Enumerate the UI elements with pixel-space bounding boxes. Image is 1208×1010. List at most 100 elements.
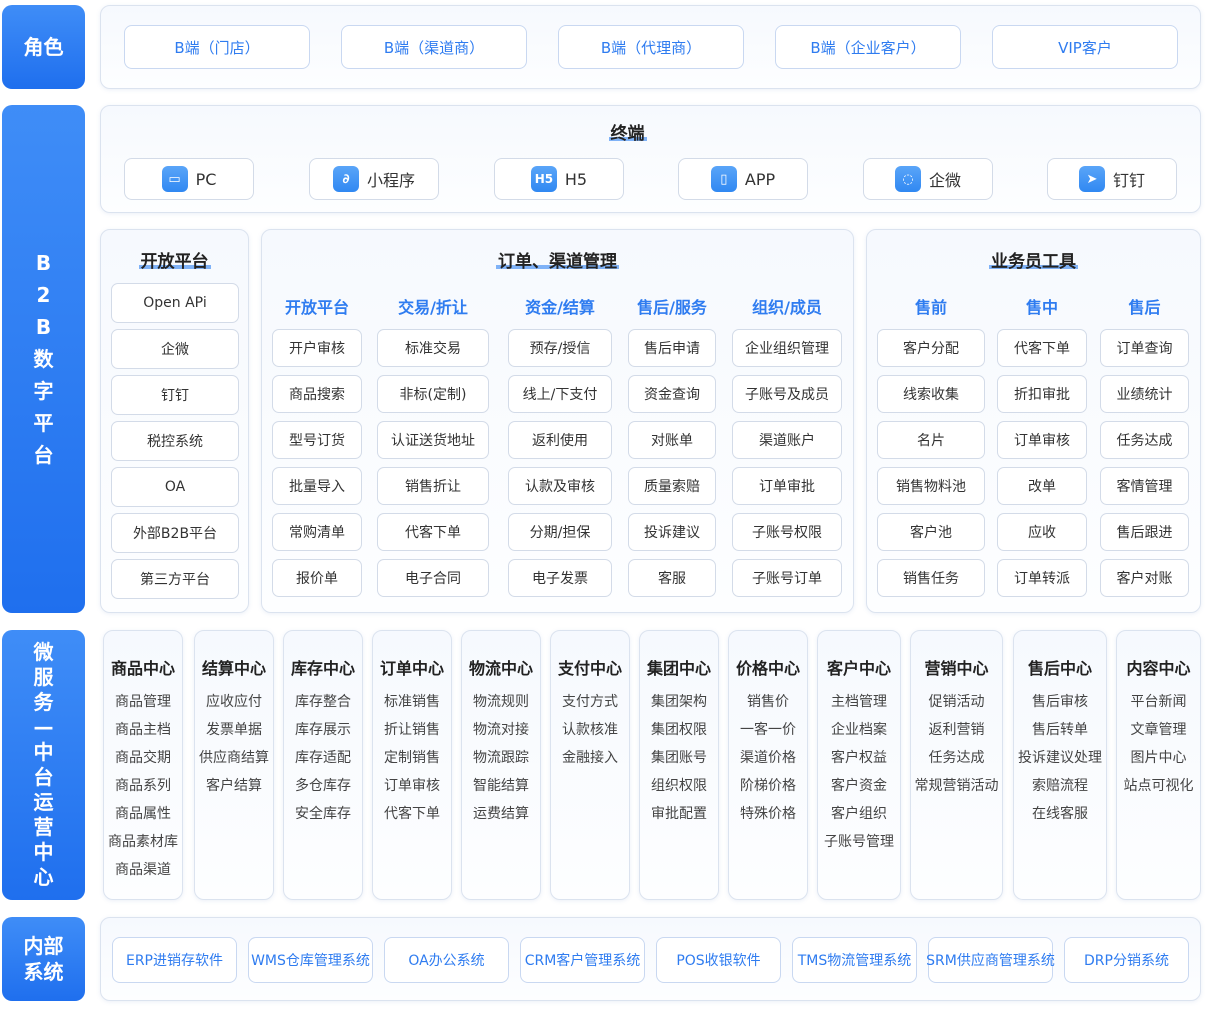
sales-tools-item[interactable]: 折扣审批 [997, 375, 1087, 413]
middle-center-item[interactable]: 客户资金 [818, 772, 900, 800]
middle-center-item[interactable]: 任务达成 [911, 744, 1002, 772]
middle-center-item[interactable]: 商品素材库 [104, 828, 182, 856]
internal-system-button[interactable]: CRM客户管理系统 [520, 937, 645, 983]
middle-center-item[interactable]: 文章管理 [1117, 716, 1200, 744]
sales-tools-item[interactable]: 客户对账 [1100, 559, 1189, 597]
middle-center-item[interactable]: 特殊价格 [729, 800, 807, 828]
middle-center-item[interactable]: 折让销售 [373, 716, 451, 744]
order-channel-item[interactable]: 订单审批 [732, 467, 842, 505]
order-channel-item[interactable]: 分期/担保 [508, 513, 612, 551]
order-channel-item[interactable]: 常购清单 [272, 513, 362, 551]
middle-center-item[interactable]: 商品交期 [104, 744, 182, 772]
middle-center-item[interactable]: 集团账号 [640, 744, 718, 772]
role-button[interactable]: B端（门店） [124, 25, 310, 69]
sales-tools-item[interactable]: 改单 [997, 467, 1087, 505]
middle-center-item[interactable]: 子账号管理 [818, 828, 900, 856]
terminal-dingtalk[interactable]: ➤ 钉钉 [1047, 158, 1177, 200]
middle-center-item[interactable]: 渠道价格 [729, 744, 807, 772]
open-platform-item[interactable]: Open APi [111, 283, 239, 323]
middle-center-item[interactable]: 物流跟踪 [462, 744, 540, 772]
middle-center-item[interactable]: 组织权限 [640, 772, 718, 800]
role-button[interactable]: VIP客户 [992, 25, 1178, 69]
open-platform-item[interactable]: 第三方平台 [111, 559, 239, 599]
role-button[interactable]: B端（渠道商） [341, 25, 527, 69]
middle-center-item[interactable]: 商品渠道 [104, 856, 182, 884]
sales-tools-item[interactable]: 代客下单 [997, 329, 1087, 367]
middle-center-item[interactable]: 一客一价 [729, 716, 807, 744]
order-channel-item[interactable]: 代客下单 [377, 513, 489, 551]
terminal-monitor[interactable]: ▭ PC [124, 158, 254, 200]
order-channel-item[interactable]: 认款及审核 [508, 467, 612, 505]
middle-center-item[interactable]: 安全库存 [284, 800, 362, 828]
order-channel-item[interactable]: 非标(定制) [377, 375, 489, 413]
middle-center-item[interactable]: 常规营销活动 [911, 772, 1002, 800]
terminal-h5[interactable]: H5 H5 [494, 158, 624, 200]
middle-center-item[interactable]: 多仓库存 [284, 772, 362, 800]
internal-system-button[interactable]: POS收银软件 [656, 937, 781, 983]
middle-center-item[interactable]: 商品系列 [104, 772, 182, 800]
middle-center-item[interactable]: 定制销售 [373, 744, 451, 772]
order-channel-item[interactable]: 开户审核 [272, 329, 362, 367]
order-channel-item[interactable]: 预存/授信 [508, 329, 612, 367]
sales-tools-item[interactable]: 客户分配 [877, 329, 985, 367]
order-channel-item[interactable]: 客服 [628, 559, 716, 597]
middle-center-item[interactable]: 发票单据 [195, 716, 273, 744]
middle-center-item[interactable]: 图片中心 [1117, 744, 1200, 772]
order-channel-item[interactable]: 销售折让 [377, 467, 489, 505]
order-channel-item[interactable]: 渠道账户 [732, 421, 842, 459]
order-channel-item[interactable]: 资金查询 [628, 375, 716, 413]
sales-tools-item[interactable]: 任务达成 [1100, 421, 1189, 459]
middle-center-item[interactable]: 企业档案 [818, 716, 900, 744]
middle-center-item[interactable]: 商品主档 [104, 716, 182, 744]
role-button[interactable]: B端（代理商） [558, 25, 744, 69]
middle-center-item[interactable]: 金融接入 [551, 744, 629, 772]
sales-tools-item[interactable]: 销售物料池 [877, 467, 985, 505]
sales-tools-item[interactable]: 名片 [877, 421, 985, 459]
middle-center-item[interactable]: 销售价 [729, 688, 807, 716]
middle-center-item[interactable]: 支付方式 [551, 688, 629, 716]
open-platform-item[interactable]: 外部B2B平台 [111, 513, 239, 553]
order-channel-item[interactable]: 对账单 [628, 421, 716, 459]
sales-tools-item[interactable]: 客户池 [877, 513, 985, 551]
order-channel-item[interactable]: 型号订货 [272, 421, 362, 459]
open-platform-item[interactable]: 钉钉 [111, 375, 239, 415]
order-channel-item[interactable]: 子账号订单 [732, 559, 842, 597]
middle-center-item[interactable]: 主档管理 [818, 688, 900, 716]
middle-center-item[interactable]: 应收应付 [195, 688, 273, 716]
middle-center-item[interactable]: 物流规则 [462, 688, 540, 716]
middle-center-item[interactable]: 投诉建议处理 [1014, 744, 1106, 772]
order-channel-item[interactable]: 投诉建议 [628, 513, 716, 551]
middle-center-item[interactable]: 售后转单 [1014, 716, 1106, 744]
middle-center-item[interactable]: 平台新闻 [1117, 688, 1200, 716]
sales-tools-item[interactable]: 业绩统计 [1100, 375, 1189, 413]
middle-center-item[interactable]: 审批配置 [640, 800, 718, 828]
sales-tools-item[interactable]: 销售任务 [877, 559, 985, 597]
middle-center-item[interactable]: 代客下单 [373, 800, 451, 828]
order-channel-item[interactable]: 子账号权限 [732, 513, 842, 551]
middle-center-item[interactable]: 供应商结算 [195, 744, 273, 772]
middle-center-item[interactable]: 促销活动 [911, 688, 1002, 716]
middle-center-item[interactable]: 阶梯价格 [729, 772, 807, 800]
role-button[interactable]: B端（企业客户） [775, 25, 961, 69]
order-channel-item[interactable]: 质量索赔 [628, 467, 716, 505]
terminal-phone[interactable]: ▯ APP [678, 158, 808, 200]
middle-center-item[interactable]: 库存展示 [284, 716, 362, 744]
order-channel-item[interactable]: 商品搜索 [272, 375, 362, 413]
middle-center-item[interactable]: 库存整合 [284, 688, 362, 716]
middle-center-item[interactable]: 集团权限 [640, 716, 718, 744]
terminal-mini-program[interactable]: ∂ 小程序 [309, 158, 439, 200]
sales-tools-item[interactable]: 订单查询 [1100, 329, 1189, 367]
middle-center-item[interactable]: 智能结算 [462, 772, 540, 800]
middle-center-item[interactable]: 商品管理 [104, 688, 182, 716]
internal-system-button[interactable]: ERP进销存软件 [112, 937, 237, 983]
order-channel-item[interactable]: 子账号及成员 [732, 375, 842, 413]
order-channel-item[interactable]: 返利使用 [508, 421, 612, 459]
internal-system-button[interactable]: DRP分销系统 [1064, 937, 1189, 983]
middle-center-item[interactable]: 运费结算 [462, 800, 540, 828]
middle-center-item[interactable]: 认款核准 [551, 716, 629, 744]
sales-tools-item[interactable]: 线索收集 [877, 375, 985, 413]
sales-tools-item[interactable]: 客情管理 [1100, 467, 1189, 505]
middle-center-item[interactable]: 客户组织 [818, 800, 900, 828]
middle-center-item[interactable]: 返利营销 [911, 716, 1002, 744]
middle-center-item[interactable]: 物流对接 [462, 716, 540, 744]
